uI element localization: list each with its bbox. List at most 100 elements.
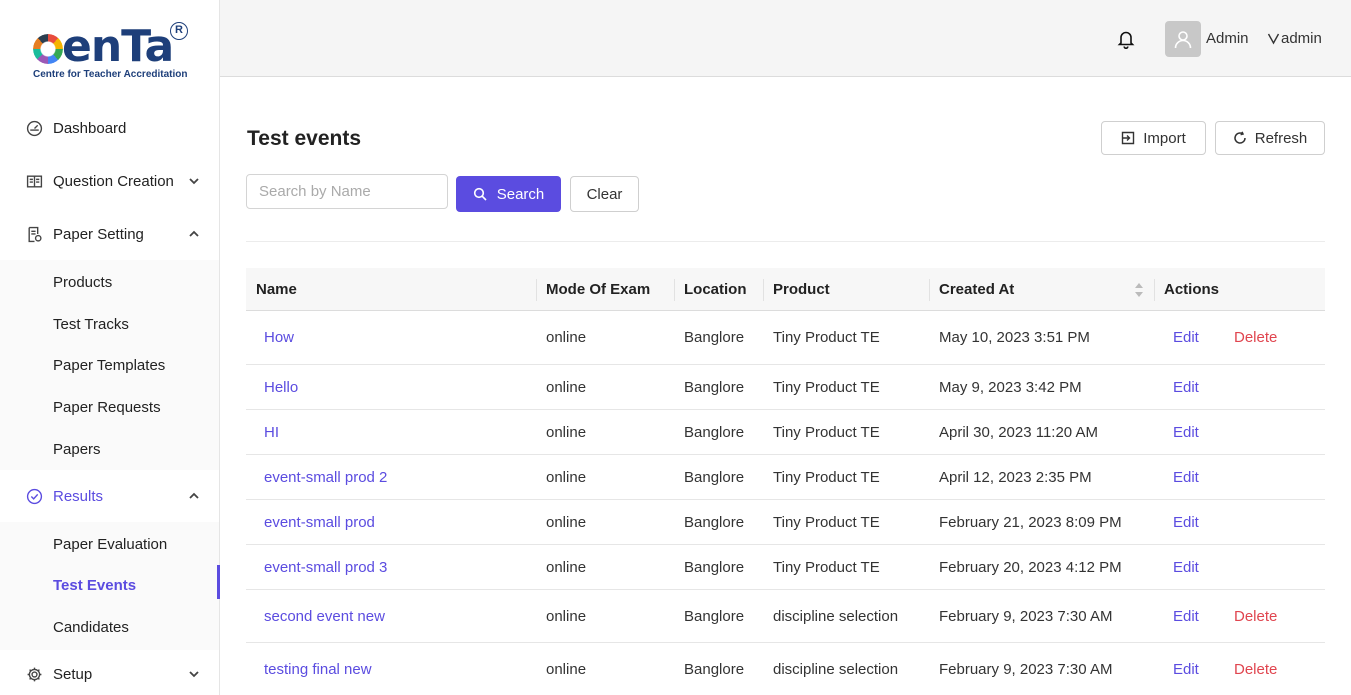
event-name-link[interactable]: event-small prod 3 xyxy=(264,545,387,589)
edit-link[interactable]: Edit xyxy=(1173,500,1199,544)
sort-icon[interactable] xyxy=(1134,282,1144,298)
event-name-link[interactable]: testing final new xyxy=(264,643,372,695)
mode-cell: online xyxy=(546,329,587,346)
refresh-button[interactable]: Refresh xyxy=(1215,121,1325,155)
sidebar-item-question-creation[interactable]: Question Creation xyxy=(0,159,219,203)
edit-link[interactable]: Edit xyxy=(1173,365,1199,409)
table-row: HI online Banglore Tiny Product TE April 30,… xyxy=(246,410,1325,455)
sidebar-item-setup[interactable]: Setup xyxy=(0,652,219,695)
edit-link[interactable]: Edit xyxy=(1173,590,1199,642)
chevron-down-icon xyxy=(189,178,199,185)
user-menu-dropdown[interactable]: admin xyxy=(1267,30,1322,47)
delete-link[interactable]: Delete xyxy=(1234,590,1277,642)
created-at-cell: February 20, 2023 4:12 PM xyxy=(939,558,1122,576)
location-cell: Banglore xyxy=(684,329,745,346)
check-circle-icon xyxy=(25,487,43,505)
centa-logo[interactable]: enTa R Centre for Teacher Accreditation xyxy=(30,22,195,84)
column-header-name: Name xyxy=(256,281,297,298)
logo-tagline: Centre for Teacher Accreditation xyxy=(33,69,188,80)
search-button[interactable]: Search xyxy=(456,176,561,212)
sidebar-item-paper-evaluation[interactable]: Paper Evaluation xyxy=(0,524,219,564)
location-cell: Banglore xyxy=(684,513,745,531)
chevron-down-icon xyxy=(1267,33,1280,45)
sidebar-item-label: Setup xyxy=(53,665,93,683)
avatar[interactable] xyxy=(1165,21,1201,57)
sidebar-item-test-tracks[interactable]: Test Tracks xyxy=(0,304,219,344)
product-cell: Tiny Product TE xyxy=(773,513,880,531)
product-cell: Tiny Product TE xyxy=(773,378,880,396)
page-title: Test events xyxy=(247,127,361,150)
edit-link[interactable]: Edit xyxy=(1173,311,1199,364)
event-name-link[interactable]: Hello xyxy=(264,365,298,409)
edit-link[interactable]: Edit xyxy=(1173,410,1199,454)
column-header-product: Product xyxy=(773,281,830,298)
created-at-cell: February 21, 2023 8:09 PM xyxy=(939,513,1122,531)
product-cell: discipline selection xyxy=(773,661,899,678)
clear-button[interactable]: Clear xyxy=(570,176,639,212)
column-header-location: Location xyxy=(684,281,747,298)
paper-setting-submenu: Products Test Tracks Paper Templates Pap… xyxy=(0,260,219,470)
sidebar-item-papers[interactable]: Papers xyxy=(0,429,219,469)
sidebar-item-products[interactable]: Products xyxy=(0,262,219,302)
created-at-cell: May 9, 2023 3:42 PM xyxy=(939,378,1082,396)
table-body: How online Banglore Tiny Product TE May 10, … xyxy=(246,311,1325,695)
location-cell: Banglore xyxy=(684,423,745,441)
import-label: Import xyxy=(1143,129,1186,147)
location-cell: Banglore xyxy=(684,468,745,486)
search-input[interactable] xyxy=(246,174,448,209)
search-label: Search xyxy=(496,185,545,203)
sidebar-item-paper-setting[interactable]: Paper Setting xyxy=(0,212,219,256)
dashboard-icon xyxy=(25,119,43,137)
table-header: Name Mode Of Exam Location Product Creat… xyxy=(246,268,1325,311)
table-row: event-small prod online Banglore Tiny Produ… xyxy=(246,500,1325,545)
top-header: Admin admin xyxy=(220,0,1351,77)
created-at-cell: April 30, 2023 11:20 AM xyxy=(939,423,1098,441)
edit-link[interactable]: Edit xyxy=(1173,545,1199,589)
delete-link[interactable]: Delete xyxy=(1234,311,1277,364)
table-row: event-small prod 2 online Banglore Tiny Pro… xyxy=(246,455,1325,500)
book-icon xyxy=(25,172,43,190)
bell-icon[interactable] xyxy=(1117,29,1135,49)
sidebar-item-paper-requests[interactable]: Paper Requests xyxy=(0,387,219,427)
location-cell: Banglore xyxy=(684,378,745,396)
event-name-link[interactable]: HI xyxy=(264,410,279,454)
table-row: How online Banglore Tiny Product TE May 10, … xyxy=(246,311,1325,365)
sidebar-item-results[interactable]: Results xyxy=(0,474,219,518)
mode-cell: online xyxy=(546,558,587,576)
sidebar-item-paper-templates[interactable]: Paper Templates xyxy=(0,345,219,385)
mode-cell: online xyxy=(546,468,587,486)
edit-link[interactable]: Edit xyxy=(1173,455,1199,499)
table-row: Hello online Banglore Tiny Product TE May 9,… xyxy=(246,365,1325,410)
import-button[interactable]: Import xyxy=(1101,121,1206,155)
column-separator xyxy=(674,279,675,301)
column-header-mode: Mode Of Exam xyxy=(546,281,651,298)
sidebar-item-label: Dashboard xyxy=(53,119,127,137)
delete-link[interactable]: Delete xyxy=(1234,643,1277,695)
sidebar-item-dashboard[interactable]: Dashboard xyxy=(0,106,219,150)
sidebar-item-candidates[interactable]: Candidates xyxy=(0,607,219,647)
event-name-link[interactable]: event-small prod xyxy=(264,500,375,544)
user-name[interactable]: Admin xyxy=(1206,30,1249,47)
column-separator xyxy=(929,279,930,301)
product-cell: discipline selection xyxy=(773,607,899,625)
mode-cell: online xyxy=(546,607,587,625)
sidebar-item-test-events[interactable]: Test Events xyxy=(0,565,220,605)
column-header-actions: Actions xyxy=(1164,281,1220,298)
chevron-down-icon xyxy=(189,671,199,678)
product-cell: Tiny Product TE xyxy=(773,423,880,441)
search-icon xyxy=(473,187,487,201)
edit-link[interactable]: Edit xyxy=(1173,643,1199,695)
mode-cell: online xyxy=(546,661,587,678)
paper-setting-icon xyxy=(25,225,43,243)
column-header-created-at[interactable]: Created At xyxy=(939,268,1014,311)
event-name-link[interactable]: event-small prod 2 xyxy=(264,455,387,499)
mode-cell: online xyxy=(546,378,587,396)
event-name-link[interactable]: second event new xyxy=(264,590,385,642)
mode-cell: online xyxy=(546,423,587,441)
sidebar-item-label: Paper Setting xyxy=(53,225,144,243)
created-at-cell: February 9, 2023 7:30 AM xyxy=(939,661,1113,678)
event-name-link[interactable]: How xyxy=(264,311,294,364)
refresh-icon xyxy=(1233,131,1246,144)
table-row: testing final new online Banglore disciplin… xyxy=(246,643,1325,695)
column-separator xyxy=(763,279,764,301)
